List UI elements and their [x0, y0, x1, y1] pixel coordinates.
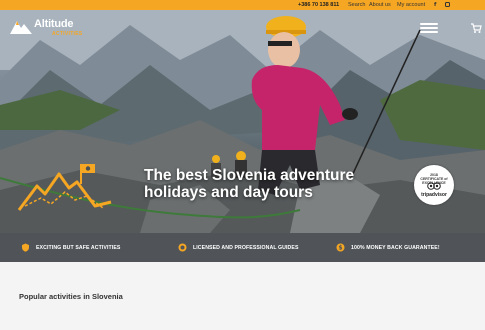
cart-icon[interactable]: [470, 22, 482, 34]
hero-headline: The best Slovenia adventure holidays and…: [144, 167, 354, 201]
tripadvisor-badge[interactable]: 2018 CERTIFICATE of EXCELLENCE tripadvis…: [414, 165, 454, 205]
feature-licensed-guides: LICENSED AND PROFESSIONAL GUIDES: [178, 233, 299, 262]
badge-brand: tripadvisor: [421, 192, 447, 198]
hero-headline-line2: holidays and day tours: [144, 184, 313, 201]
instagram-icon[interactable]: [445, 2, 450, 7]
my-account-link[interactable]: My account: [397, 1, 425, 9]
mountain-logo-icon: [10, 21, 32, 34]
mountain-illustration-icon: [17, 164, 112, 211]
facebook-icon[interactable]: f: [434, 1, 436, 9]
features-bar: EXCITING BUT SAFE ACTIVITIES LICENSED AN…: [0, 233, 485, 262]
feature-safe-activities: EXCITING BUT SAFE ACTIVITIES: [21, 233, 120, 262]
about-us-link[interactable]: About us: [369, 1, 391, 9]
search-link[interactable]: Search: [348, 1, 365, 9]
section-title: Popular activities in Slovenia: [19, 292, 123, 301]
feature-label: EXCITING BUT SAFE ACTIVITIES: [36, 244, 121, 251]
hamburger-menu-icon[interactable]: [420, 23, 438, 33]
hero-banner: Altitude ACTIVITIES The best Slovenia ad…: [0, 10, 485, 233]
brand-name: Altitude: [34, 18, 74, 30]
phone-number[interactable]: +386 70 138 811: [298, 1, 339, 9]
money-icon: $: [336, 243, 345, 252]
shield-icon: [22, 243, 29, 252]
tripadvisor-owl-icon: [427, 182, 441, 190]
top-bar: +386 70 138 811 Search About us My accou…: [0, 0, 485, 10]
feature-label: 100% MONEY BACK GUARANTEE!: [351, 244, 440, 251]
svg-text:$: $: [338, 245, 342, 252]
medal-icon: [178, 243, 187, 252]
feature-label: LICENSED AND PROFESSIONAL GUIDES: [193, 244, 299, 251]
feature-money-back: $ 100% MONEY BACK GUARANTEE!: [336, 233, 440, 262]
brand-subtitle: ACTIVITIES: [52, 31, 83, 37]
hero-headline-line1: The best Slovenia adventure: [144, 167, 355, 184]
